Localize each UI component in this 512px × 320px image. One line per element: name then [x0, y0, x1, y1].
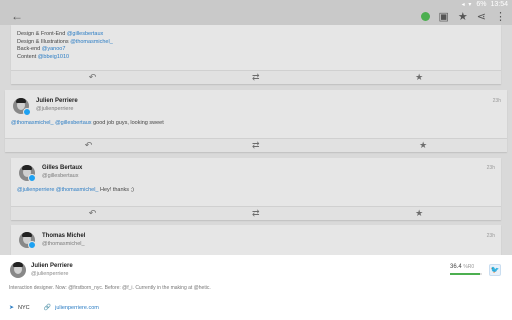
tweet-author-handle: @gillesbertaux — [42, 173, 79, 179]
mention-link[interactable]: @thomasmichel_ @gillesbertaux — [11, 120, 92, 126]
mention-link[interactable]: @yanoo7 — [42, 46, 66, 52]
twitter-badge-icon — [23, 108, 31, 116]
link-icon: 🔗 — [43, 305, 52, 311]
reply-icon[interactable]: ↶ — [89, 72, 97, 83]
twitter-badge-icon — [28, 241, 36, 249]
reply-icon[interactable]: ↶ — [85, 140, 93, 151]
follower-stat: 36.4 %R0 — [450, 264, 474, 270]
tweet-actions: ↶ ⇄ ★ — [11, 206, 501, 220]
follower-unit: %R0 — [463, 264, 475, 270]
tweet-author-handle: @julienperriere — [36, 106, 74, 112]
tweet-text: Design & Front-End @gillesbertaux Design… — [17, 31, 113, 60]
mention-link[interactable]: @julienperriere @thomasmichel_ — [17, 187, 98, 193]
profile-avatar[interactable] — [10, 262, 26, 278]
tweet-author-name: Gilles Bertaux — [42, 165, 83, 171]
tweet-text: @thomasmichel_ @gillesbertaux good job g… — [11, 120, 164, 126]
tweet-time: 23h — [492, 98, 501, 104]
retweet-icon[interactable]: ⇄ — [252, 140, 260, 151]
mention-link[interactable]: @bbeig1010 — [38, 54, 69, 60]
tweet-time: 23h — [486, 165, 495, 171]
profile-meta: ➤ NYC 🔗 julienperriere.com — [9, 304, 99, 312]
follower-progress-bar — [450, 273, 482, 275]
tweet-time: 23h — [486, 233, 495, 239]
status-bar: ◂ ▾ 6% 13:54 — [0, 0, 512, 8]
mention-link[interactable]: @thomasmichel_ — [70, 39, 113, 45]
tweet-author-handle: @thomasmichel_ — [42, 241, 85, 247]
profile-location: NYC — [18, 304, 30, 311]
profile-name: Julien Perriere — [31, 263, 73, 269]
toolbar: ← ▣ ★ ⋖ ⋮ — [0, 8, 512, 25]
tweet-author-name: Julien Perriere — [36, 98, 78, 104]
favorite-icon[interactable]: ★ — [415, 208, 423, 219]
tweet-actions: ↶ ⇄ ★ — [11, 70, 501, 84]
tweet-card[interactable]: Thomas Michel @thomasmichel_ 23h — [11, 225, 501, 255]
back-arrow-icon[interactable]: ← — [11, 9, 23, 23]
retweet-icon[interactable]: ⇄ — [252, 72, 260, 83]
clock: 13:54 — [490, 0, 508, 8]
status-icons: ◂ ▾ — [461, 1, 473, 8]
favorite-icon[interactable]: ★ — [419, 140, 427, 151]
location-icon: ➤ — [9, 305, 15, 311]
twitter-badge-icon — [28, 174, 36, 182]
favorite-icon[interactable]: ★ — [415, 72, 423, 83]
follower-count: 36.4 — [450, 264, 462, 270]
twitter-bird-icon: 🐦 — [490, 267, 500, 274]
mention-link[interactable]: @gillesbertaux — [67, 31, 103, 37]
follow-button[interactable]: 🐦 — [489, 264, 501, 276]
share-icon[interactable]: ⋖ — [477, 10, 486, 23]
tweet-card[interactable]: Julien Perriere @julienperriere 23h @tho… — [5, 90, 507, 152]
tweet-actions: ↶ ⇄ ★ — [5, 138, 507, 152]
tweet-card[interactable]: Gilles Bertaux @gillesbertaux 23h @julie… — [11, 158, 501, 220]
follower-progress-fill — [450, 273, 481, 275]
profile-sheet: Julien Perriere @julienperriere Interact… — [0, 255, 512, 320]
reply-icon[interactable]: ↶ — [89, 208, 97, 219]
profile-bio: Interaction designer. Now: @firstborn_ny… — [9, 285, 211, 291]
tweet-card: Design & Front-End @gillesbertaux Design… — [11, 25, 501, 84]
toolbar-actions: ▣ ★ ⋖ ⋮ — [420, 10, 506, 23]
retweet-icon[interactable]: ⇄ — [252, 208, 260, 219]
profile-link[interactable]: julienperriere.com — [55, 305, 99, 311]
app-indicator-icon — [420, 12, 430, 21]
star-icon[interactable]: ★ — [458, 10, 468, 23]
battery-level: 6% — [476, 0, 487, 8]
save-icon[interactable]: ▣ — [439, 10, 449, 23]
tweet-author-name: Thomas Michel — [42, 233, 86, 239]
tweet-text: @julienperriere @thomasmichel_ Hey! than… — [17, 187, 134, 193]
profile-handle: @julienperriere — [31, 271, 69, 277]
more-vertical-icon[interactable]: ⋮ — [495, 10, 506, 23]
tweet-feed[interactable]: Design & Front-End @gillesbertaux Design… — [0, 25, 512, 255]
